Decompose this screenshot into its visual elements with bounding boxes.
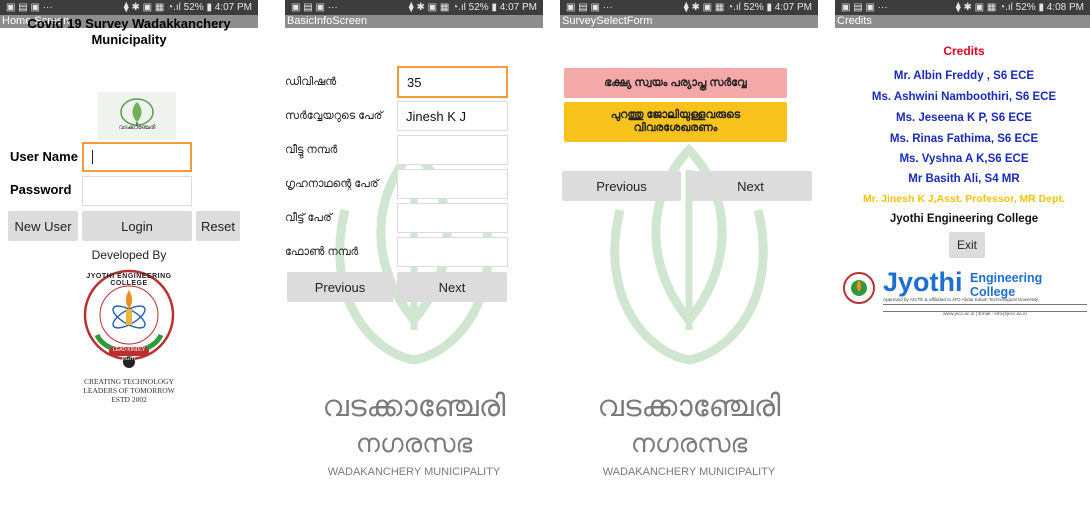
basic-info-screen: ▣ ▤ ▣ ··· ⧫ ✱ ▣ ▦ ◔.ıl 52% ▮ 4:07 PM Bas…: [285, 0, 543, 529]
status-right-icons: ⧫ ✱ ▣ ▦ ◔.ıl: [955, 2, 1013, 13]
college-ring-text: JYOTHI ENGINEERING COLLEGE: [86, 273, 172, 287]
credit-line: Ms. Jeseena K P, S6 ECE: [896, 112, 1032, 124]
college-seal-icon: [843, 272, 875, 304]
credit-line: Mr Basith Ali, S4 MR: [908, 173, 1020, 185]
developed-by-label: Developed By: [91, 248, 167, 262]
food-survey-option[interactable]: ഭക്ഷ്യ സ്വയം പര്യാപ്ത സർവ്വേ: [564, 68, 787, 98]
division-input[interactable]: 35: [397, 66, 508, 98]
house-number-label: വീട്ടു നമ്പർ: [285, 144, 338, 156]
reset-button[interactable]: Reset: [196, 211, 240, 241]
option2-line-2: വിവരശേഖരണം: [633, 122, 718, 134]
college-banner: Jyothi Engineering College Approved by A…: [839, 266, 1087, 322]
text-cursor: [92, 150, 93, 164]
login-button[interactable]: Login: [82, 211, 192, 241]
status-left-icons: ▣ ▤ ▣ ···: [6, 2, 53, 13]
college-tag-1: CREATING TECHNOLOGY: [83, 377, 175, 386]
college-tag-2: LEADERS OF TOMORROW: [83, 386, 175, 395]
watermark-line-2: നഗരസഭ: [355, 428, 473, 458]
credit-line: Mr. Albin Freddy , S6 ECE: [893, 70, 1035, 82]
previous-button[interactable]: Previous: [287, 272, 393, 302]
municipality-emblem: വടക്കാഞ്ചേരി: [98, 92, 176, 140]
credit-line: Ms. Vyshna A K,S6 ECE: [899, 153, 1029, 165]
credit-line: Ms. Ashwini Namboothiri, S6 ECE: [871, 91, 1057, 103]
college-name: Jyothi Engineering College: [889, 213, 1039, 225]
credits-screen: ▣ ▤ ▣ ··· ⧫ ✱ ▣ ▦ ◔.ıl 52% ▮ 4:08 PM Cre…: [835, 0, 1090, 529]
new-user-button[interactable]: New User: [8, 211, 78, 241]
survey-select-screen: ▣ ▤ ▣ ··· ⧫ ✱ ▣ ▦ ◔.ıl 52% ▮ 4:07 PM Sur…: [560, 0, 818, 529]
division-label: ഡിവിഷൻ: [285, 76, 337, 88]
guide-credit: Mr. Jinesh K J,Asst. Professor, MR Dept.: [863, 193, 1065, 205]
username-input[interactable]: [82, 142, 192, 172]
watermark-line-1: വടക്കാഞ്ചേരി: [322, 390, 506, 423]
app-heading: Covid 19 Survey Wadakkanchery Municipali…: [0, 16, 258, 48]
previous-button[interactable]: Previous: [562, 171, 681, 201]
watermark-line-1: വടക്കാഞ്ചേരി: [597, 390, 781, 423]
college-tagline: CREATING TECHNOLOGY LEADERS OF TOMORROW …: [0, 377, 258, 404]
banner-contact: www.jecc.ac.in | Email : info@jecc.ac.in: [943, 312, 1027, 317]
emblem-caption: വടക്കാഞ്ചേരി: [118, 125, 156, 131]
status-time: 4:07 PM: [214, 2, 252, 13]
battery-level: 52%: [1015, 2, 1036, 13]
phone-number-input[interactable]: [397, 237, 508, 267]
banner-suffix: Engineering College: [970, 271, 1043, 299]
credit-line: Ms. Rinas Fathima, S6 ECE: [889, 133, 1039, 145]
banner-brand: Jyothi: [883, 267, 963, 297]
head-of-family-label: ഗൃഹനാഥന്റെ പേര്: [285, 178, 379, 190]
head-of-family-input[interactable]: [397, 169, 508, 199]
status-bar: ▣ ▤ ▣ ··· ⧫ ✱ ▣ ▦ ◔.ıl 52% ▮ 4:07 PM: [0, 0, 258, 15]
watermark-line-3: WADAKANCHERY MUNICIPALITY: [327, 466, 501, 478]
watermark-line-2: നഗരസഭ: [630, 428, 748, 458]
phone-number-label: ഫോൺ നമ്പർ: [285, 246, 359, 258]
watermark-line-3: WADAKANCHERY MUNICIPALITY: [602, 466, 776, 478]
surveyor-name-label: സർവ്വേയറുടെ പേര്: [285, 110, 383, 122]
division-value: 35: [407, 74, 422, 90]
outside-workers-option[interactable]: പുറത്തു ജോലിയുള്ളവരുടെ വിവരശേഖരണം: [564, 102, 787, 142]
heading-line-2: Municipality: [91, 32, 167, 47]
next-button[interactable]: Next: [397, 272, 507, 302]
exit-button[interactable]: Exit: [949, 232, 985, 258]
status-right-icons: ⧫ ✱ ▣ ▦ ◔.ıl: [123, 2, 181, 13]
status-time: 4:08 PM: [1046, 2, 1084, 13]
password-label: Password: [10, 182, 72, 197]
banner-approval-line: Approved by AICTE & affiliated to APJ Ab…: [883, 297, 1039, 302]
credits-heading: Credits: [943, 44, 985, 58]
surveyor-name-input[interactable]: Jinesh K J: [397, 101, 508, 131]
college-estd: ESTD 2002: [111, 395, 147, 404]
username-label: User Name: [10, 149, 78, 164]
next-button[interactable]: Next: [689, 171, 812, 201]
house-name-label: വീട്ട് പേര്: [285, 212, 332, 224]
option2-line-1: പുറത്തു ജോലിയുള്ളവരുടെ: [610, 109, 741, 121]
battery-level: 52%: [183, 2, 204, 13]
college-logo: JYOTHI ENGINEERING COLLEGE LEAD KINDLY L…: [79, 265, 179, 375]
house-name-input[interactable]: [397, 203, 508, 233]
status-left-icons: ▣ ▤ ▣ ···: [841, 2, 888, 13]
college-motto: LEAD KINDLY LIGHT: [112, 347, 146, 362]
home-screen: ▣ ▤ ▣ ··· ⧫ ✱ ▣ ▦ ◔.ıl 52% ▮ 4:07 PM Hom…: [0, 0, 258, 529]
heading-line-1: Covid 19 Survey Wadakkanchery: [27, 16, 231, 31]
status-bar: ▣ ▤ ▣ ··· ⧫ ✱ ▣ ▦ ◔.ıl 52% ▮ 4:08 PM: [835, 0, 1090, 15]
house-number-input[interactable]: [397, 135, 508, 165]
password-input[interactable]: [82, 176, 192, 206]
title-bar: Credits: [835, 15, 1090, 28]
banner-divider: [883, 304, 1087, 312]
surveyor-name-value: Jinesh K J: [406, 108, 466, 124]
